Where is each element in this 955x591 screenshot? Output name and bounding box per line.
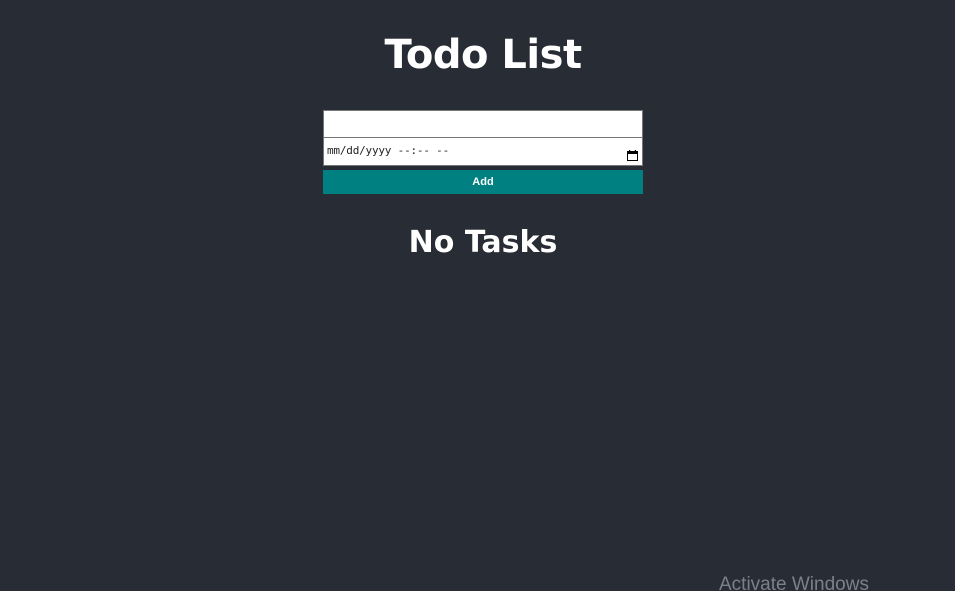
task-input[interactable] [323, 110, 643, 138]
datetime-placeholder: mm/dd/yyyy --:-- -- [327, 144, 450, 157]
page-title: Todo List [384, 32, 582, 78]
todo-app: Todo List mm/dd/yyyy --:-- -- Add No Tas… [0, 0, 955, 591]
add-task-form: mm/dd/yyyy --:-- -- Add [323, 110, 643, 194]
add-button[interactable]: Add [323, 170, 643, 194]
empty-tasks-message: No Tasks [408, 225, 558, 260]
calendar-icon[interactable] [627, 146, 638, 161]
activate-windows-watermark: Activate Windows [719, 574, 869, 591]
datetime-input[interactable]: mm/dd/yyyy --:-- -- [323, 138, 643, 166]
